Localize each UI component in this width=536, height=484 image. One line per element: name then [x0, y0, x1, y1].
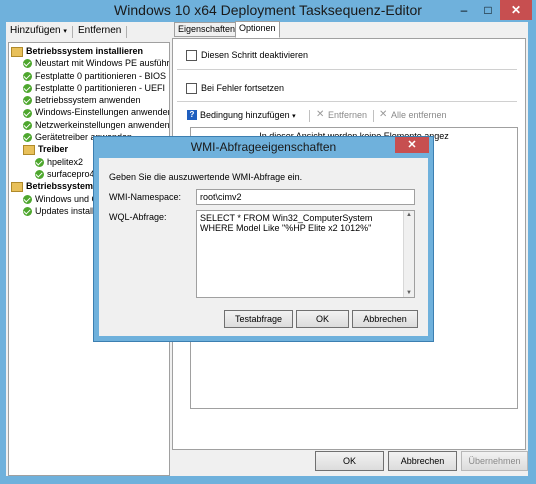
dialog-body: Geben Sie die auszuwertende WMI-Abfrage …	[99, 158, 428, 336]
namespace-field[interactable]: root\cimv2	[196, 189, 415, 205]
tree-item[interactable]: Betriebssystem installieren	[11, 45, 169, 57]
namespace-label: WMI-Namespace:	[109, 192, 182, 202]
tree-item-label: Netzwerkeinstellungen anwenden	[35, 119, 170, 130]
check-icon	[23, 71, 32, 81]
cancel-button[interactable]: Abbrechen	[388, 451, 457, 471]
folder-icon	[23, 145, 35, 155]
dialog-title: WMI-Abfrageeigenschaften	[190, 140, 337, 154]
tree-item-label: Updates installie	[35, 205, 102, 216]
check-icon	[23, 96, 32, 106]
title-bar: Windows 10 x64 Deployment Tasksequenz-Ed…	[0, 0, 536, 22]
query-value: SELECT * FROM Win32_ComputerSystem WHERE…	[200, 213, 373, 233]
add-menu-button[interactable]: Hinzufügen ▾	[10, 25, 67, 36]
scroll-down-icon[interactable]: ▼	[406, 290, 412, 296]
query-label: WQL-Abfrage:	[109, 212, 167, 222]
tree-item-label: Festplatte 0 partitionieren - UEFI	[35, 82, 166, 93]
folder-icon	[11, 46, 23, 57]
tree-item-label: Treiber	[38, 144, 69, 155]
tree-item-label: Betriebssystem e	[26, 181, 101, 192]
tab-properties[interactable]: Eigenschaften	[174, 22, 240, 37]
help-icon: ?	[187, 110, 197, 120]
toolbar-divider	[373, 110, 374, 122]
test-query-button[interactable]: Testabfrage	[224, 310, 293, 328]
tab-options[interactable]: Optionen	[235, 21, 280, 38]
condition-toolbar: ? Bedingung hinzufügen ▾ ✕ Entfernen ✕ A…	[187, 109, 517, 125]
close-button[interactable]: ✕	[500, 0, 532, 20]
divider	[177, 69, 517, 70]
remove-all-button[interactable]: Alle entfernen	[391, 110, 447, 120]
scrollbar[interactable]: ▲ ▼	[403, 211, 414, 297]
dialog-instruction: Geben Sie die auszuwertende WMI-Abfrage …	[109, 172, 303, 182]
toolbar-divider	[309, 110, 310, 122]
dialog-close-button[interactable]: ✕	[395, 137, 429, 153]
check-icon	[23, 84, 32, 94]
query-textarea[interactable]: SELECT * FROM Win32_ComputerSystem WHERE…	[196, 210, 415, 298]
tree-item-label: hpelitex2	[47, 156, 84, 167]
tree-item[interactable]: Netzwerkeinstellungen anwenden	[11, 119, 169, 131]
check-icon	[35, 157, 44, 167]
dialog-ok-button[interactable]: OK	[296, 310, 349, 328]
tree-item-label: Neustart mit Windows PE ausführen	[35, 58, 170, 69]
check-icon	[23, 120, 32, 130]
check-icon	[23, 59, 32, 69]
ok-button[interactable]: OK	[315, 451, 384, 471]
disable-step-checkbox[interactable]	[186, 50, 197, 61]
check-icon	[23, 194, 32, 204]
continue-on-error-label: Bei Fehler fortsetzen	[201, 83, 285, 93]
tree-item-label: surfacepro4	[47, 168, 95, 179]
tree-item[interactable]: Neustart mit Windows PE ausführen	[11, 57, 169, 69]
scroll-up-icon[interactable]: ▲	[406, 212, 412, 218]
check-icon	[35, 170, 44, 180]
tree-item-label: Betriebssystem anwenden	[35, 95, 141, 106]
add-label: Hinzufügen	[10, 25, 61, 36]
tree-item-label: Windows-Einstellungen anwenden	[35, 107, 170, 118]
remove-condition-button[interactable]: Entfernen	[328, 110, 367, 120]
wmi-query-dialog: WMI-Abfrageeigenschaften ✕ Geben Sie die…	[93, 136, 434, 342]
add-condition-button[interactable]: Bedingung hinzufügen ▾	[200, 110, 296, 120]
chevron-down-icon: ▾	[63, 28, 67, 35]
tree-item-label: Betriebssystem installieren	[26, 46, 144, 56]
check-icon	[23, 206, 32, 216]
tree-item-label: Festplatte 0 partitionieren - BIOS	[35, 70, 167, 81]
tree-item[interactable]: Festplatte 0 partitionieren - UEFI	[11, 82, 169, 94]
apply-button[interactable]: Übernehmen	[461, 451, 528, 471]
tree-item[interactable]: Betriebssystem anwenden	[11, 94, 169, 106]
tree-item[interactable]: Windows-Einstellungen anwenden	[11, 106, 169, 118]
maximize-button[interactable]: □	[477, 0, 499, 20]
add-condition-label: Bedingung hinzufügen	[200, 110, 290, 120]
minimize-button[interactable]: –	[452, 0, 476, 20]
continue-on-error-checkbox[interactable]	[186, 83, 197, 94]
toolbar-divider	[72, 26, 73, 38]
disable-step-label: Diesen Schritt deaktivieren	[201, 50, 309, 60]
folder-icon	[11, 181, 23, 192]
remove-icon: ✕	[316, 109, 325, 120]
namespace-value: root\cimv2	[200, 192, 242, 202]
toolbar-divider	[126, 26, 127, 38]
check-icon	[23, 133, 32, 143]
remove-all-icon: ✕	[379, 109, 388, 120]
check-icon	[23, 108, 32, 118]
remove-button[interactable]: Entfernen	[78, 25, 121, 36]
dialog-cancel-button[interactable]: Abbrechen	[352, 310, 418, 328]
chevron-down-icon: ▾	[292, 113, 296, 120]
divider	[177, 101, 517, 102]
tree-item[interactable]: Festplatte 0 partitionieren - BIOS	[11, 70, 169, 82]
